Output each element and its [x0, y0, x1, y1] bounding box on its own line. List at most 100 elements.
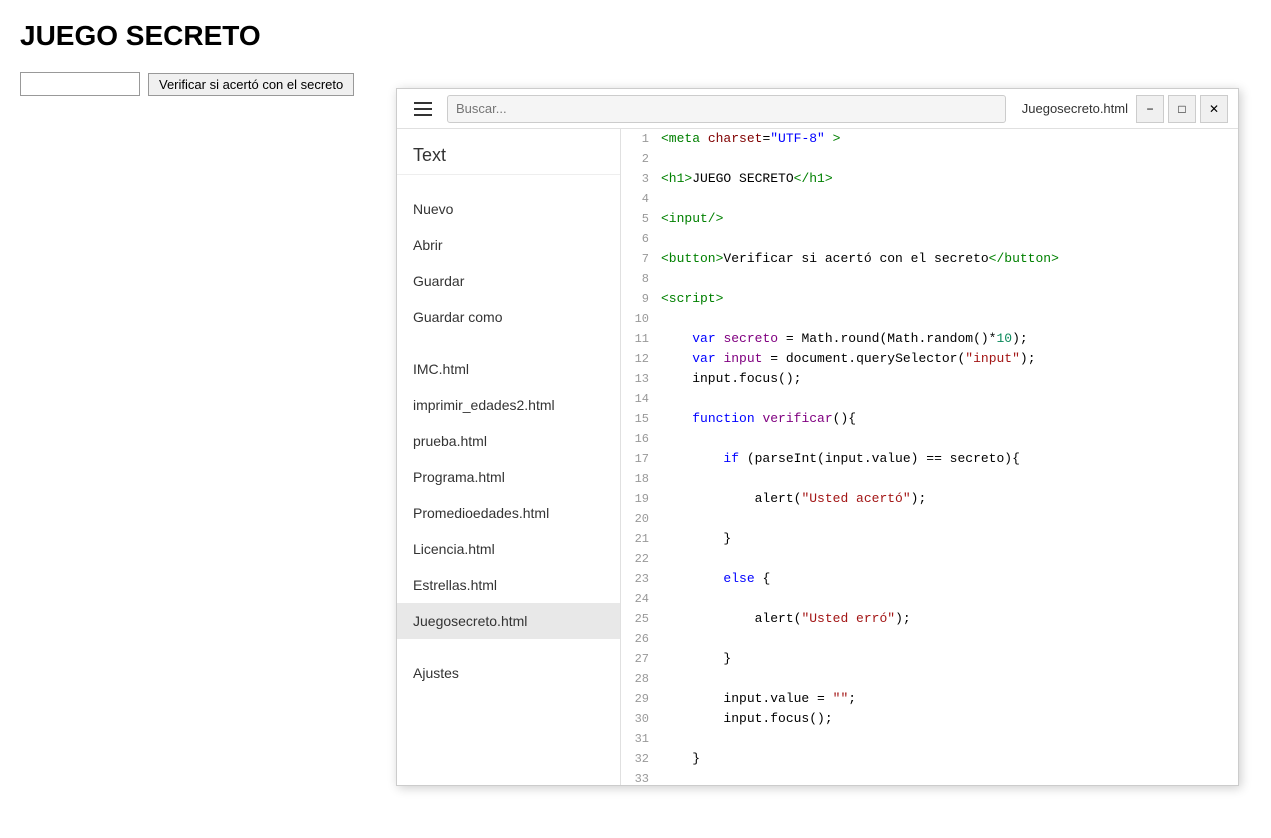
code-line-13: 13 input.focus(); [621, 369, 1238, 389]
sidebar-item-prueba[interactable]: prueba.html [397, 423, 620, 459]
secret-input[interactable] [20, 72, 140, 96]
code-line-9: 9 <script> [621, 289, 1238, 309]
line-number-11: 11 [621, 329, 657, 349]
editor-window: Juegosecreto.html − □ ✕ Text Nuevo Abrir… [396, 88, 1239, 786]
code-line-30: 30 input.focus(); [621, 709, 1238, 729]
line-number-7: 7 [621, 249, 657, 269]
line-code-27: } [657, 649, 1238, 669]
window-controls: − □ ✕ [1136, 95, 1228, 123]
maximize-button[interactable]: □ [1168, 95, 1196, 123]
code-line-14: 14 [621, 389, 1238, 409]
line-code-26 [657, 629, 1238, 649]
code-line-29: 29 input.value = ""; [621, 689, 1238, 709]
code-line-6: 6 [621, 229, 1238, 249]
line-code-6 [657, 229, 1238, 249]
code-line-11: 11 var secreto = Math.round(Math.random(… [621, 329, 1238, 349]
line-number-19: 19 [621, 489, 657, 509]
line-number-14: 14 [621, 389, 657, 409]
code-line-7: 7 <button>Verificar si acertó con el sec… [621, 249, 1238, 269]
verify-button[interactable]: Verificar si acertó con el secreto [148, 73, 354, 96]
code-line-24: 24 [621, 589, 1238, 609]
sidebar-item-juego[interactable]: Juegosecreto.html [397, 603, 620, 639]
line-code-29: input.value = ""; [657, 689, 1238, 709]
line-code-8 [657, 269, 1238, 289]
page-title: JUEGO SECRETO [20, 20, 1251, 52]
code-line-8: 8 [621, 269, 1238, 289]
code-line-32: 32 } [621, 749, 1238, 769]
sidebar-spacer-3 [397, 639, 620, 655]
line-code-3: <h1>JUEGO SECRETO</h1> [657, 169, 1238, 189]
line-number-28: 28 [621, 669, 657, 689]
line-code-4 [657, 189, 1238, 209]
line-number-21: 21 [621, 529, 657, 549]
code-line-12: 12 var input = document.querySelector("i… [621, 349, 1238, 369]
line-code-15: function verificar(){ [657, 409, 1238, 429]
code-line-31: 31 [621, 729, 1238, 749]
sidebar-item-ajustes[interactable]: Ajustes [397, 655, 620, 691]
code-area[interactable]: 1 <meta charset="UTF-8" > 2 3 <h1>JUEGO … [621, 129, 1238, 785]
line-number-8: 8 [621, 269, 657, 289]
sidebar-item-imc[interactable]: IMC.html [397, 351, 620, 387]
line-number-27: 27 [621, 649, 657, 669]
line-number-10: 10 [621, 309, 657, 329]
line-number-26: 26 [621, 629, 657, 649]
code-line-18: 18 [621, 469, 1238, 489]
code-line-17: 17 if (parseInt(input.value) == secreto)… [621, 449, 1238, 469]
line-code-30: input.focus(); [657, 709, 1238, 729]
line-number-31: 31 [621, 729, 657, 749]
code-line-26: 26 [621, 629, 1238, 649]
line-number-13: 13 [621, 369, 657, 389]
sidebar-item-guardar-como[interactable]: Guardar como [397, 299, 620, 335]
hamburger-button[interactable] [407, 93, 439, 125]
code-line-5: 5 <input/> [621, 209, 1238, 229]
sidebar-item-imprimir[interactable]: imprimir_edades2.html [397, 387, 620, 423]
sidebar-item-estrellas[interactable]: Estrellas.html [397, 567, 620, 603]
code-line-2: 2 [621, 149, 1238, 169]
line-code-28 [657, 669, 1238, 689]
line-code-19: alert("Usted acertó"); [657, 489, 1238, 509]
sidebar-spacer-1 [397, 175, 620, 191]
line-code-1: <meta charset="UTF-8" > [657, 129, 1238, 149]
line-code-31 [657, 729, 1238, 749]
file-name-label: Juegosecreto.html [1022, 101, 1128, 116]
code-line-23: 23 else { [621, 569, 1238, 589]
line-number-18: 18 [621, 469, 657, 489]
line-number-24: 24 [621, 589, 657, 609]
sidebar-item-licencia[interactable]: Licencia.html [397, 531, 620, 567]
close-button[interactable]: ✕ [1200, 95, 1228, 123]
search-input[interactable] [447, 95, 1006, 123]
line-code-20 [657, 509, 1238, 529]
line-number-20: 20 [621, 509, 657, 529]
sidebar-header: Text [397, 129, 620, 175]
line-number-9: 9 [621, 289, 657, 309]
sidebar-item-guardar[interactable]: Guardar [397, 263, 620, 299]
hamburger-line-2 [414, 108, 432, 110]
line-number-15: 15 [621, 409, 657, 429]
sidebar-item-nuevo[interactable]: Nuevo [397, 191, 620, 227]
sidebar-item-programa[interactable]: Programa.html [397, 459, 620, 495]
hamburger-line-1 [414, 102, 432, 104]
line-code-5: <input/> [657, 209, 1238, 229]
sidebar-item-promedio[interactable]: Promedioedades.html [397, 495, 620, 531]
line-number-29: 29 [621, 689, 657, 709]
code-line-19: 19 alert("Usted acertó"); [621, 489, 1238, 509]
line-number-6: 6 [621, 229, 657, 249]
sidebar: Text Nuevo Abrir Guardar Guardar como IM… [397, 129, 621, 785]
line-code-13: input.focus(); [657, 369, 1238, 389]
line-code-14 [657, 389, 1238, 409]
line-code-7: <button>Verificar si acertó con el secre… [657, 249, 1238, 269]
hamburger-line-3 [414, 114, 432, 116]
line-number-2: 2 [621, 149, 657, 169]
minimize-button[interactable]: − [1136, 95, 1164, 123]
code-line-10: 10 [621, 309, 1238, 329]
line-code-17: if (parseInt(input.value) == secreto){ [657, 449, 1238, 469]
code-line-20: 20 [621, 509, 1238, 529]
line-code-24 [657, 589, 1238, 609]
code-line-25: 25 alert("Usted erró"); [621, 609, 1238, 629]
line-number-16: 16 [621, 429, 657, 449]
code-line-33: 33 [621, 769, 1238, 785]
line-number-12: 12 [621, 349, 657, 369]
sidebar-item-abrir[interactable]: Abrir [397, 227, 620, 263]
line-number-17: 17 [621, 449, 657, 469]
line-code-11: var secreto = Math.round(Math.random()*1… [657, 329, 1238, 349]
